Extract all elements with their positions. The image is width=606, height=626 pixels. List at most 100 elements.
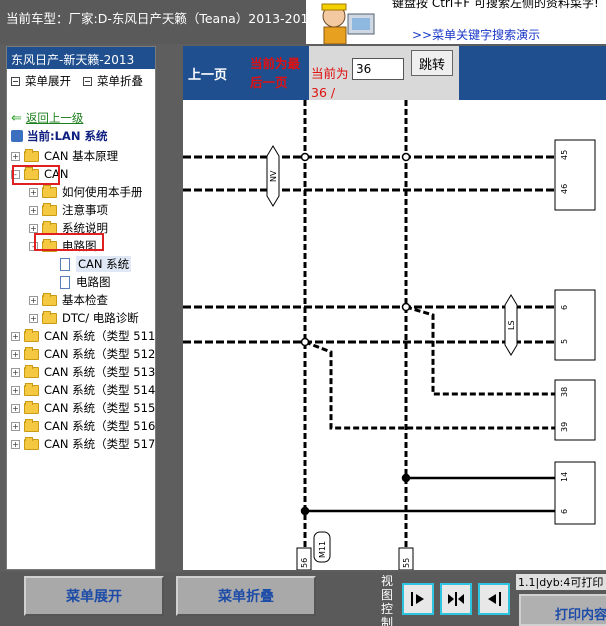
expand-toggle-icon[interactable]: + <box>11 151 20 161</box>
tree-folder-item[interactable]: + CAN 系统（类型 512 <box>11 345 155 363</box>
tree-folder-item[interactable]: + 如何使用本手册 <box>29 183 143 201</box>
folder-icon <box>24 382 39 396</box>
pin-label: 14 <box>560 472 569 482</box>
menu-expand-button[interactable]: 菜单展开 <box>24 576 164 616</box>
tree-folder-item[interactable]: + CAN 基本原理 <box>11 147 118 165</box>
tree-item-label: CAN 系统（类型 514 <box>44 383 156 397</box>
tree-folder-item[interactable]: + CAN 系统（类型 514 <box>11 381 155 399</box>
tree-folder-item[interactable]: + 基本检查 <box>29 291 108 309</box>
tree-folder-item[interactable]: + 注意事项 <box>29 201 108 219</box>
view-control-label: 视图控制 <box>381 574 394 626</box>
tree-folder-item[interactable]: + CAN 系统（类型 516 <box>11 417 155 435</box>
expand-icon <box>11 76 20 86</box>
wiring-diagram: 45 46 6 5 38 39 14 6 NV LS 56 M11 55 <box>183 100 606 570</box>
arrow-left-bar-icon <box>488 592 501 606</box>
tree-doc-item[interactable]: CAN 系统 <box>47 255 132 273</box>
current-system-label: 当前:LAN 系统 <box>27 129 108 143</box>
pin-label: M11 <box>318 541 327 558</box>
page-number-input[interactable] <box>352 58 404 80</box>
computer-icon <box>11 130 23 142</box>
tree-item-label: CAN 系统（类型 516 <box>44 419 156 433</box>
top-bar: 当前车型：厂家:D-东风日产天籁（Teana）2013-2014 键盘按 Ctr… <box>0 0 606 44</box>
status-text: 1.1|dyb:4可打印 <box>516 574 606 590</box>
current-prefix: 当前为 <box>311 66 349 81</box>
current-model-label: 当前车型：厂家:D-东风日产天籁（Teana）2013-2014 <box>6 11 306 26</box>
pin-label: 55 <box>402 558 411 568</box>
current-system: 当前:LAN 系统 <box>11 127 107 145</box>
tree-folder-item[interactable]: + DTC/ 电路诊断 <box>29 309 139 327</box>
tree-item-label: DTC/ 电路诊断 <box>62 311 139 325</box>
mascot-icon <box>306 0 386 44</box>
tree-item-label: CAN 系统（类型 511 <box>44 329 156 343</box>
folder-icon <box>42 292 57 306</box>
tree-folder-item[interactable]: + CAN 系统（类型 511 <box>11 327 155 345</box>
tree-controls: 菜单展开 菜单折叠 <box>7 69 155 93</box>
last-page-notice: 当前为最后一页 <box>250 56 301 90</box>
highlight-box-can <box>12 165 60 185</box>
back-arrow-icon: ⇐ <box>11 110 22 126</box>
app-window: 当前车型：厂家:D-东风日产天籁（Teana）2013-2014 键盘按 Ctr… <box>0 0 606 626</box>
expand-toggle-icon[interactable]: + <box>29 223 38 233</box>
tree-collapse-label: 菜单折叠 <box>97 74 143 88</box>
folder-icon <box>42 184 57 198</box>
connector-label: NV <box>269 170 278 182</box>
back-link[interactable]: ⇐ 返回上一级 <box>11 109 83 127</box>
pin-label: 39 <box>560 422 569 432</box>
pin-label: 46 <box>560 184 569 194</box>
arrow-right-bar-icon <box>411 592 424 606</box>
page-nav-bar: 上一页 当前为最后一页 当前为 36 / 跳转 <box>183 46 606 100</box>
menu-collapse-button[interactable]: 菜单折叠 <box>176 576 316 616</box>
tree-item-label: CAN 基本原理 <box>44 149 119 163</box>
tree-item-label: CAN 系统（类型 512 <box>44 347 156 361</box>
pin-label: 6 <box>560 305 569 310</box>
search-tip-text: 键盘按 Ctrl+F 可搜索左侧的资料菜字! <box>392 0 599 10</box>
tree-folder-item[interactable]: + CAN 系统（类型 517 <box>11 435 155 453</box>
highlight-box-circuit <box>34 233 104 251</box>
expand-toggle-icon[interactable]: + <box>11 349 20 359</box>
expand-toggle-icon[interactable]: + <box>11 385 20 395</box>
expand-toggle-icon[interactable]: + <box>11 331 20 341</box>
expand-toggle-icon[interactable]: + <box>29 205 38 215</box>
expand-toggle-icon[interactable]: + <box>29 313 38 323</box>
collapse-icon <box>83 76 92 86</box>
expand-toggle-icon[interactable]: + <box>11 421 20 431</box>
print-button[interactable]: 打印内容 <box>519 594 606 626</box>
tree-expand-button[interactable]: 菜单展开 <box>11 73 71 89</box>
tree-collapse-button[interactable]: 菜单折叠 <box>83 73 143 89</box>
expand-toggle-icon[interactable]: + <box>11 403 20 413</box>
pin-label: 6 <box>560 509 569 514</box>
folder-icon <box>24 346 39 360</box>
folder-icon <box>42 220 57 234</box>
search-tip-box: 键盘按 Ctrl+F 可搜索左侧的资料菜字! >>菜单关键字搜索演示 <box>306 0 606 44</box>
tree-item-label: CAN 系统（类型 513 <box>44 365 156 379</box>
search-demo-link[interactable]: >>菜单关键字搜索演示 <box>412 26 540 43</box>
tree-item-label: 如何使用本手册 <box>62 185 143 199</box>
folder-icon <box>24 364 39 378</box>
tree-folder-item[interactable]: + CAN 系统（类型 515 <box>11 399 155 417</box>
view-fit-button[interactable] <box>440 583 472 615</box>
tree-item-label: CAN 系统（类型 515 <box>44 401 156 415</box>
expand-toggle-icon[interactable]: + <box>11 439 20 449</box>
pin-label: 45 <box>560 150 569 160</box>
view-next-button[interactable] <box>402 583 434 615</box>
expand-toggle-icon[interactable]: + <box>11 367 20 377</box>
tree-item-label: 注意事项 <box>62 203 108 217</box>
vehicle-title: 东风日产-新天籁-2013 <box>7 47 155 69</box>
menu-tree-panel: 东风日产-新天籁-2013 菜单展开 菜单折叠 ⇐ 返回上一级 当前:LAN 系… <box>6 46 156 570</box>
document-icon <box>60 257 70 271</box>
pin-label: 5 <box>560 339 569 344</box>
go-button[interactable]: 跳转 <box>411 50 453 76</box>
pin-label: 56 <box>300 558 309 568</box>
prev-page-link[interactable]: 上一页 <box>188 64 227 83</box>
expand-toggle-icon[interactable]: + <box>29 187 38 197</box>
tree-folder-item[interactable]: + CAN 系统（类型 513 <box>11 363 155 381</box>
tree-item-label: CAN 系统（类型 517 <box>44 437 156 451</box>
view-prev-button[interactable] <box>478 583 510 615</box>
tree-doc-item[interactable]: 电路图 <box>47 273 111 291</box>
expand-toggle-icon[interactable]: + <box>29 295 38 305</box>
folder-icon <box>42 310 57 324</box>
connector-label: LS <box>507 320 516 330</box>
folder-icon <box>24 436 39 450</box>
folder-icon <box>24 400 39 414</box>
folder-icon <box>24 328 39 342</box>
